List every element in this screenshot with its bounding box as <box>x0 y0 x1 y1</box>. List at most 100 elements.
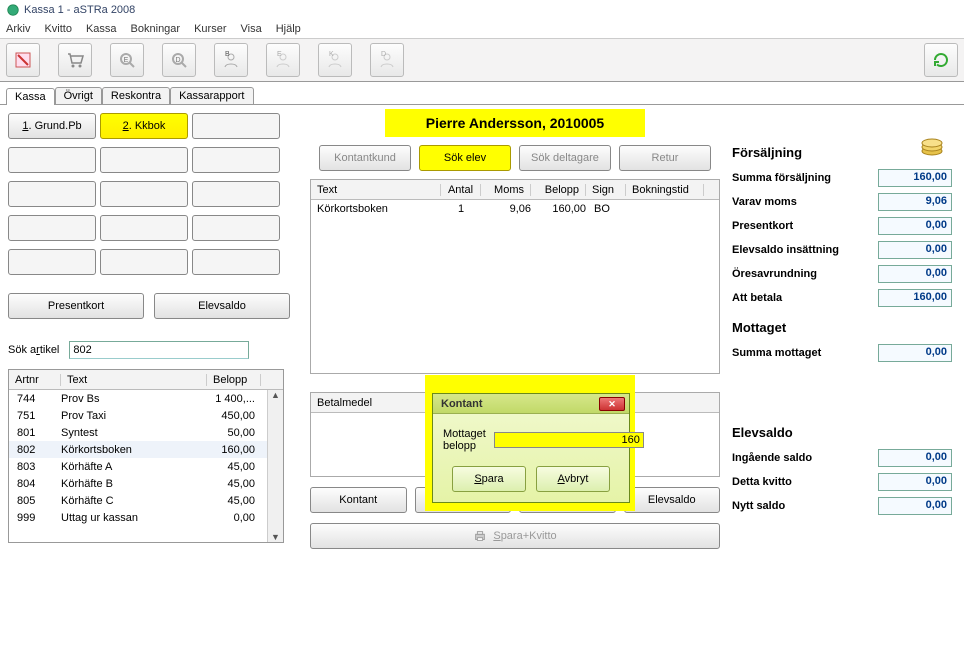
quick-btn-6[interactable] <box>192 147 280 173</box>
quick-btn-1[interactable]: 11. Grund.Pb. Grund.Pb <box>8 113 96 139</box>
btn-retur[interactable]: Retur <box>619 145 711 171</box>
scrollbar[interactable]: ▲ ▼ <box>267 390 283 542</box>
value-box: 160,00 <box>878 289 952 307</box>
list-item[interactable]: 802Körkortsboken160,00 <box>9 441 267 458</box>
col-text[interactable]: Text <box>61 374 207 386</box>
toolbar: E D B E K D <box>0 38 964 82</box>
modal-amount-input[interactable] <box>494 432 644 448</box>
value-row: Öresavrundning0,00 <box>732 262 952 286</box>
btn-sok-deltagare[interactable]: Sök deltagare <box>519 145 611 171</box>
value-box: 0,00 <box>878 217 952 235</box>
value-box: 0,00 <box>878 473 952 491</box>
quick-btn-14[interactable] <box>100 249 188 275</box>
value-label: Varav moms <box>732 196 797 208</box>
order-body[interactable]: Körkortsboken19,06160,00BO <box>311 200 719 217</box>
list-item[interactable]: 751Prov Taxi450,00 <box>9 407 267 424</box>
quick-btn-15[interactable] <box>192 249 280 275</box>
scroll-down-icon[interactable]: ▼ <box>271 532 280 542</box>
value-box: 0,00 <box>878 265 952 283</box>
list-item[interactable]: 804Körhäfte B45,00 <box>9 475 267 492</box>
value-row: Varav moms9,06 <box>732 190 952 214</box>
printer-icon <box>473 529 487 543</box>
tab-kassa[interactable]: Kassa <box>6 88 55 105</box>
value-label: Summa försäljning <box>732 172 831 184</box>
search-label: Sök artikelSök artikel <box>8 344 59 356</box>
menu-kvitto[interactable]: Kvitto <box>44 23 72 35</box>
modal-cancel-button[interactable]: AvbrytAvbryt <box>536 466 610 492</box>
tool-cart-icon[interactable] <box>58 43 92 77</box>
oh-belopp[interactable]: Belopp <box>531 184 586 196</box>
btn-sok-elev[interactable]: Sök elev <box>419 145 511 171</box>
window-title: Kassa 1 - aSTRa 2008 <box>24 4 135 16</box>
quick-btn-12[interactable] <box>192 215 280 241</box>
oh-sign[interactable]: Sign <box>586 184 626 196</box>
col-belopp[interactable]: Belopp <box>207 374 261 386</box>
quick-btn-9[interactable] <box>192 181 280 207</box>
coins-icon <box>918 133 946 157</box>
scroll-up-icon[interactable]: ▲ <box>271 390 280 400</box>
tool-delete-icon[interactable] <box>6 43 40 77</box>
tab-reskontra[interactable]: Reskontra <box>102 87 170 104</box>
menu-kassa[interactable]: Kassa <box>86 23 117 35</box>
value-box: 0,00 <box>878 497 952 515</box>
oh-antal[interactable]: Antal <box>441 184 481 196</box>
list-item[interactable]: 805Körhäfte C45,00 <box>9 492 267 509</box>
table-row[interactable]: Körkortsboken19,06160,00BO <box>311 200 719 217</box>
col-artnr[interactable]: Artnr <box>9 374 61 386</box>
modal-save-button[interactable]: SparaSpara <box>452 466 526 492</box>
quick-btn-4[interactable] <box>8 147 96 173</box>
menu-hjalp[interactable]: Hjälp <box>276 23 301 35</box>
list-item[interactable]: 744Prov Bs1 400,... <box>9 390 267 407</box>
tab-kassarapport[interactable]: Kassarapport <box>170 87 253 104</box>
tool-user-k-icon[interactable]: K <box>318 43 352 77</box>
order-table: Text Antal Moms Belopp Sign Bokningstid … <box>310 179 720 374</box>
tool-search-d-icon[interactable]: D <box>162 43 196 77</box>
quick-btn-7[interactable] <box>8 181 96 207</box>
presentkort-button[interactable]: Presentkort <box>8 293 144 319</box>
paybtn-kontant[interactable]: Kontant <box>310 487 407 513</box>
menu-kurser[interactable]: Kurser <box>194 23 226 35</box>
value-label: Ingående saldo <box>732 452 812 464</box>
tool-user-e-icon[interactable]: E <box>266 43 300 77</box>
menu-visa[interactable]: Visa <box>241 23 262 35</box>
value-label: Detta kvitto <box>732 476 792 488</box>
quick-btn-3[interactable] <box>192 113 280 139</box>
oh-bokningstid[interactable]: Bokningstid <box>626 184 704 196</box>
save-receipt-button[interactable]: Spara+KvittoSpara+Kvitto <box>310 523 720 549</box>
quick-btn-10[interactable] <box>8 215 96 241</box>
oh-moms[interactable]: Moms <box>481 184 531 196</box>
modal-close-button[interactable]: ✕ <box>599 397 625 411</box>
article-body[interactable]: 744Prov Bs1 400,...751Prov Taxi450,00801… <box>9 390 267 542</box>
quick-btn-8[interactable] <box>100 181 188 207</box>
tool-refresh-icon[interactable] <box>924 43 958 77</box>
modal-field-label: Mottaget belopp <box>443 428 486 452</box>
quick-btn-2[interactable]: 2. Kkbok2. Kkbok <box>100 113 188 139</box>
list-item[interactable]: 803Körhäfte A45,00 <box>9 458 267 475</box>
list-item[interactable]: 801Syntest50,00 <box>9 424 267 441</box>
value-row: Summa mottaget0,00 <box>732 341 952 365</box>
list-item[interactable]: 999Uttag ur kassan0,00 <box>9 509 267 526</box>
value-label: Presentkort <box>732 220 793 232</box>
oh-text[interactable]: Text <box>311 184 441 196</box>
quick-btn-13[interactable] <box>8 249 96 275</box>
tab-ovrigt[interactable]: Övrigt <box>55 87 102 104</box>
quick-button-grid: 11. Grund.Pb. Grund.Pb 2. Kkbok2. Kkbok <box>8 113 298 279</box>
value-box: 0,00 <box>878 241 952 259</box>
tab-strip: Kassa Övrigt Reskontra Kassarapport <box>0 84 964 104</box>
svg-text:E: E <box>277 51 282 58</box>
svg-text:E: E <box>124 57 129 64</box>
menu-arkiv[interactable]: Arkiv <box>6 23 30 35</box>
tool-search-e-icon[interactable]: E <box>110 43 144 77</box>
btn-kontantkund[interactable]: Kontantkund <box>319 145 411 171</box>
search-input[interactable] <box>69 341 249 359</box>
tool-user-d-icon[interactable]: D <box>370 43 404 77</box>
paybtn-elevsaldo[interactable]: Elevsaldo <box>624 487 721 513</box>
quick-btn-11[interactable] <box>100 215 188 241</box>
svg-text:D: D <box>175 57 180 64</box>
menu-bokningar[interactable]: Bokningar <box>131 23 181 35</box>
elevsaldo-button[interactable]: Elevsaldo <box>154 293 290 319</box>
value-row: Presentkort 0,00 <box>732 214 952 238</box>
quick-btn-5[interactable] <box>100 147 188 173</box>
value-row: Elevsaldo insättning0,00 <box>732 238 952 262</box>
tool-user-b-icon[interactable]: B <box>214 43 248 77</box>
